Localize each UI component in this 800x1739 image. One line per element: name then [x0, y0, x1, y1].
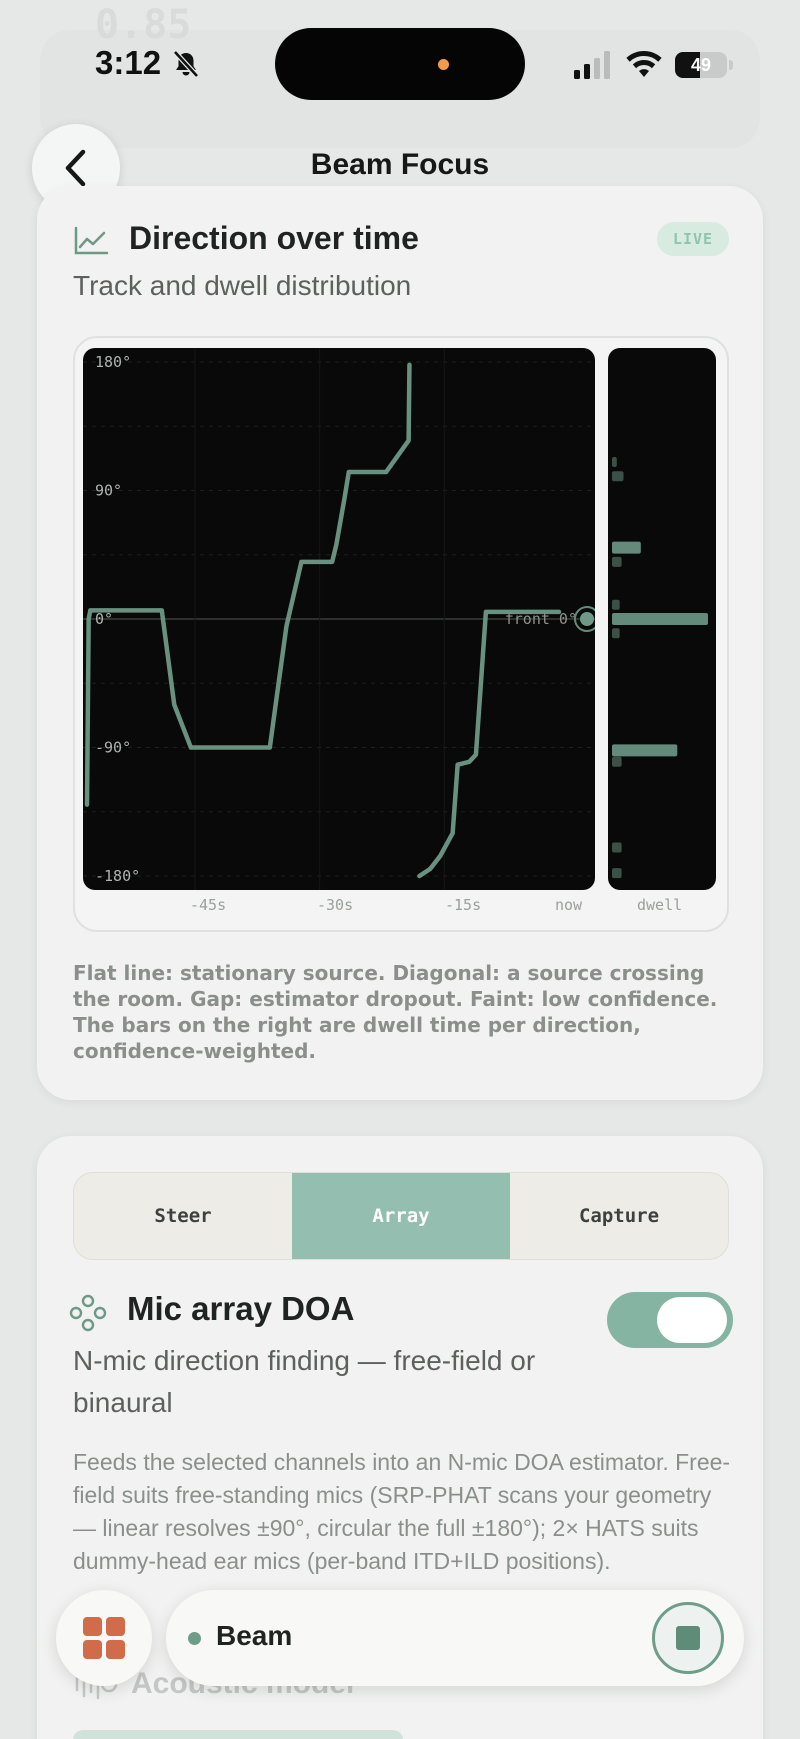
- dwell-bar: [612, 868, 622, 879]
- y-tick-label: 90°: [95, 482, 122, 500]
- dwell-histogram-chart: [608, 348, 716, 890]
- beam-status-pill[interactable]: Beam: [166, 1590, 744, 1686]
- grid-icon: [83, 1617, 125, 1659]
- mic-array-toggle[interactable]: [607, 1292, 733, 1348]
- y-tick-label: -180°: [95, 867, 140, 885]
- page-title: Beam Focus: [310, 148, 490, 181]
- direction-track-chart: 180°90°0°-90°-180°front 0°: [83, 348, 595, 890]
- direction-card-title: Direction over time: [129, 220, 419, 256]
- toggle-knob: [657, 1297, 727, 1343]
- mic-array-icon: [69, 1294, 107, 1332]
- y-tick-label: -90°: [95, 739, 131, 757]
- dwell-bar: [612, 599, 620, 610]
- dynamic-island: [275, 28, 525, 100]
- x-tick-label: -45s: [190, 896, 227, 914]
- apps-grid-button[interactable]: [56, 1590, 152, 1686]
- stop-button[interactable]: [652, 1602, 724, 1674]
- tab-array[interactable]: Array: [292, 1173, 510, 1259]
- x-tick-label: -30s: [317, 896, 354, 914]
- direction-card: Direction over time Track and dwell dist…: [37, 186, 763, 1100]
- stop-icon: [676, 1626, 700, 1650]
- status-time: 3:12: [95, 44, 162, 81]
- dwell-bar: [612, 842, 622, 853]
- dwell-bar: [612, 541, 641, 554]
- beam-status-label: Beam: [216, 1620, 293, 1651]
- dwell-bar: [612, 613, 708, 625]
- mic-array-description: Feeds the selected channels into an N-mi…: [73, 1449, 731, 1574]
- dwell-bar: [612, 471, 624, 482]
- acoustic-model-preview: [73, 1730, 403, 1739]
- dwell-bar: [612, 628, 620, 639]
- y-tick-label: 0°: [95, 610, 113, 628]
- bell-slash-icon: [173, 50, 199, 78]
- battery-cap: [729, 60, 733, 70]
- mic-array-subtitle: N-mic direction finding — free-field or …: [73, 1345, 536, 1418]
- dwell-axis-label: dwell: [637, 896, 683, 914]
- dwell-bar: [612, 756, 622, 767]
- live-badge: LIVE: [657, 222, 729, 256]
- battery-level: 49: [690, 55, 712, 75]
- status-bar: 3:12 49: [0, 0, 800, 130]
- beam-status-dot: [188, 1632, 201, 1645]
- dwell-bar: [612, 744, 678, 757]
- y-tick-label: 180°: [95, 353, 131, 371]
- battery-indicator: 49: [675, 52, 727, 78]
- tab-steer[interactable]: Steer: [74, 1173, 292, 1259]
- tab-capture[interactable]: Capture: [510, 1173, 728, 1259]
- line-chart-icon: [74, 226, 109, 255]
- dwell-bar: [612, 456, 617, 467]
- cellular-signal-icon: [574, 51, 610, 79]
- front-marker-dot: [580, 612, 594, 626]
- wifi-icon: [626, 51, 662, 77]
- x-tick-label: now: [555, 896, 583, 914]
- chart-caption: Flat line: stationary source. Diagonal: …: [73, 961, 718, 1063]
- privacy-indicator-dot: [438, 59, 449, 70]
- direction-card-subtitle: Track and dwell distribution: [73, 270, 412, 301]
- dwell-bar: [612, 556, 622, 567]
- segmented-tabs: Steer Array Capture: [73, 1172, 729, 1260]
- x-tick-label: -15s: [445, 896, 482, 914]
- mic-array-title: Mic array DOA: [127, 1290, 355, 1327]
